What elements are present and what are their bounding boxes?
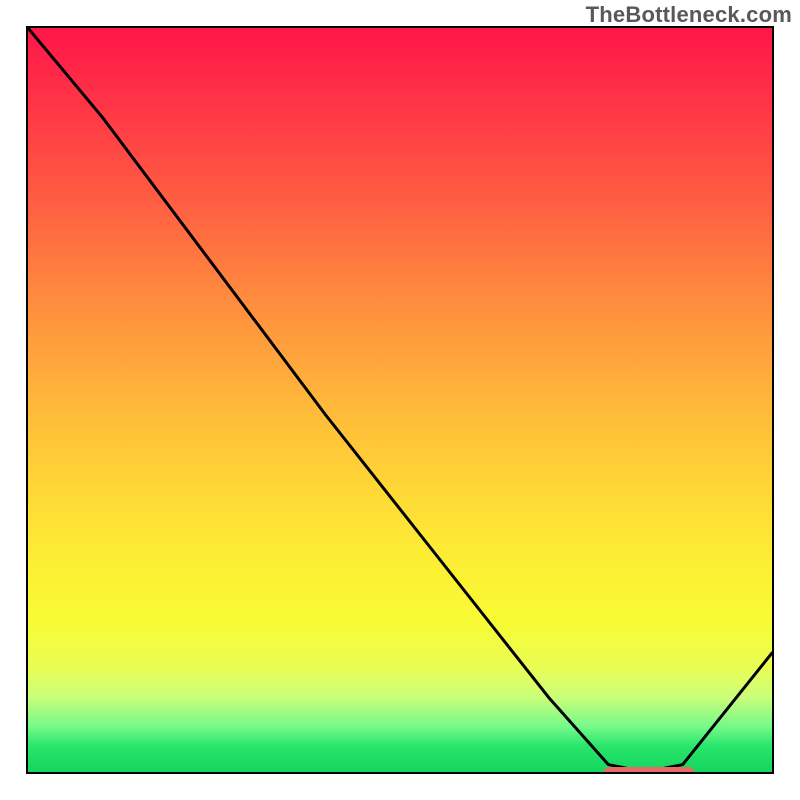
bottleneck-curve <box>28 28 772 772</box>
curve-path <box>28 28 772 772</box>
optimal-range-marker <box>604 767 694 774</box>
plot-area <box>26 26 774 774</box>
chart-container: TheBottleneck.com <box>0 0 800 800</box>
watermark-text: TheBottleneck.com <box>586 2 792 28</box>
